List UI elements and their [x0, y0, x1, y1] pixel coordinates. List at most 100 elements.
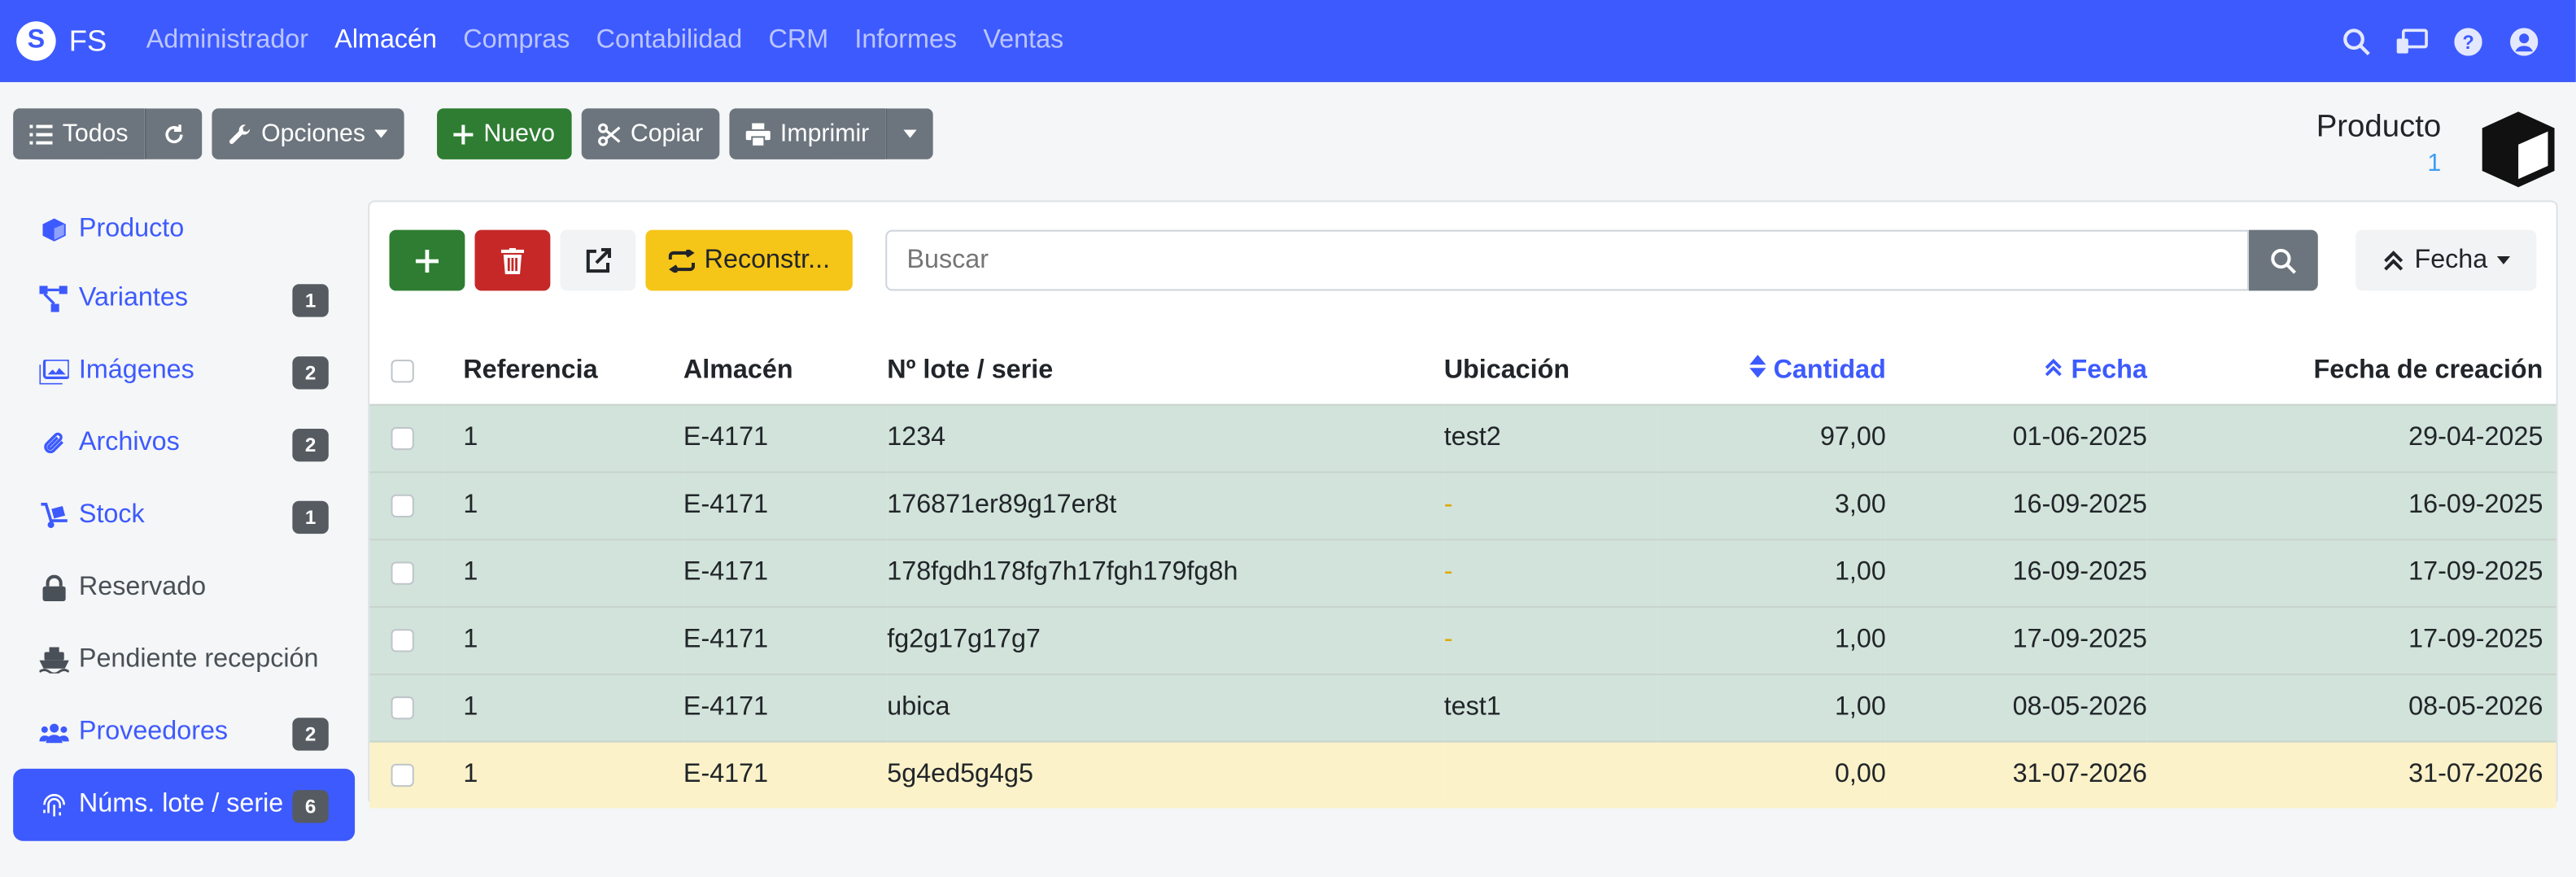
imprimir-dropdown-toggle[interactable]	[885, 108, 934, 159]
table-row[interactable]: 1 E-4171 ubica test1 1,00 08-05-2026 08-05-202…	[369, 672, 2556, 741]
search-button[interactable]	[2249, 229, 2318, 291]
table-header-row: Referencia Almacén Nº lote / serie Ubica…	[369, 338, 2556, 404]
dolly-icon	[39, 501, 68, 530]
col-cantidad[interactable]: Cantidad	[1657, 338, 1886, 404]
sidebar-item-producto[interactable]: Producto	[13, 197, 355, 263]
sidebar-item-label: Producto	[78, 215, 185, 243]
row-checkbox[interactable]	[391, 696, 414, 719]
count-badge: 1	[292, 500, 329, 534]
col-fecha[interactable]: Fecha	[1886, 338, 2147, 404]
search-icon[interactable]	[2339, 24, 2372, 57]
table-row[interactable]: 1 E-4171 fg2g17g17g7 - 1,00 17-09-2025 17-09-2…	[369, 605, 2556, 674]
cell-cantidad-value: 1,00	[1834, 557, 1886, 586]
sidebar-item-variantes[interactable]: Variantes 1	[13, 263, 355, 335]
col-almacen[interactable]: Almacén	[683, 338, 887, 404]
main-menu: Administrador Almacén Compras Contabilidad C…	[146, 0, 1090, 82]
col-fecha-creacion[interactable]: Fecha de creación	[2147, 338, 2556, 404]
col-ubicacion[interactable]: Ubicación	[1444, 338, 1657, 404]
nav-item-crm[interactable]: CRM	[769, 0, 829, 82]
cell-ubicacion: -	[1443, 605, 1658, 674]
sort-icon	[1749, 355, 1766, 378]
cell-almacen-value: E-4171	[683, 625, 769, 653]
desktop-icon[interactable]	[2395, 24, 2428, 57]
opciones-button[interactable]: Opciones	[212, 108, 405, 159]
nuevo-label: Nuevo	[483, 120, 555, 148]
wrench-icon	[229, 124, 251, 143]
table-row[interactable]: 1 E-4171 5g4ed5g4g5 0,00 31-07-2026 31-07-202…	[369, 740, 2556, 809]
double-chevron-up-icon	[2383, 250, 2403, 270]
col-referencia[interactable]: Referencia	[443, 338, 683, 404]
add-button[interactable]	[389, 229, 465, 291]
cell-cantidad-value: 1,00	[1834, 625, 1886, 653]
search-input[interactable]	[885, 229, 2250, 291]
imprimir-button[interactable]: Imprimir	[729, 108, 886, 159]
select-all-checkbox[interactable]	[391, 359, 414, 382]
brand[interactable]: S FS	[16, 21, 107, 61]
copiar-button[interactable]: Copiar	[581, 108, 720, 159]
row-checkbox[interactable]	[391, 425, 414, 450]
table-row[interactable]: 1 E-4171 1234 test2 97,00 01-06-2025 29-04-202…	[369, 403, 2556, 472]
todos-label: Todos	[62, 120, 129, 148]
sidebar-item-pendiente-recepcion[interactable]: Pendiente recepción	[13, 624, 355, 696]
table-row[interactable]: 1 E-4171 178fgdh178fg7h17fgh179fg8h - 1,00 16…	[369, 538, 2556, 607]
nav-item-contabilidad[interactable]: Contabilidad	[596, 0, 743, 82]
row-checkbox[interactable]	[391, 561, 414, 584]
sort-dropdown[interactable]: Fecha	[2356, 229, 2537, 291]
double-chevron-up-icon	[2046, 358, 2063, 376]
cell-ubicacion: test1	[1443, 672, 1658, 741]
nav-item-compras[interactable]: Compras	[463, 0, 570, 82]
nav-item-administrador[interactable]: Administrador	[146, 0, 308, 82]
sidebar-item-stock[interactable]: Stock 1	[13, 480, 355, 552]
rebuild-button[interactable]: Reconstr...	[645, 229, 853, 291]
fingerprint-icon	[39, 790, 68, 819]
delete-button[interactable]	[474, 229, 551, 291]
brand-logo-icon: S	[16, 21, 56, 61]
search-icon	[2271, 247, 2296, 273]
sidebar-item-nums-lote-serie[interactable]: Núms. lote / serie 6	[13, 768, 356, 841]
cell-almacen-value: E-4171	[683, 490, 769, 518]
cell-ubicacion: -	[1443, 470, 1658, 539]
cell-fecha-creacion: 31-07-2026	[2146, 740, 2556, 809]
nav-item-ventas[interactable]: Ventas	[983, 0, 1063, 82]
row-checkbox[interactable]	[391, 763, 414, 787]
count-badge: 2	[292, 718, 329, 751]
sidebar-item-label: Stock	[78, 500, 145, 530]
list-icon	[29, 124, 53, 144]
cell-fecha-value: 31-07-2026	[2012, 760, 2147, 788]
cell-ubicacion	[1443, 740, 1658, 809]
chevron-down-icon	[2497, 255, 2511, 265]
rebuild-label: Reconstr...	[704, 245, 831, 274]
table-row[interactable]: 1 E-4171 176871er89g17er8t - 3,00 16-09-2025 1…	[369, 470, 2556, 539]
todos-button[interactable]: Todos	[13, 108, 145, 159]
col-lote[interactable]: Nº lote / serie	[887, 338, 1443, 404]
nuevo-button[interactable]: Nuevo	[437, 108, 572, 159]
refresh-button[interactable]	[144, 108, 203, 159]
nav-item-almacen[interactable]: Almacén	[334, 0, 437, 82]
sidebar-item-archivos[interactable]: Archivos 2	[13, 408, 355, 480]
help-icon[interactable]: ?	[2451, 24, 2483, 57]
external-link-icon	[586, 247, 612, 273]
nav-item-informes[interactable]: Informes	[854, 0, 957, 82]
cell-fecha: 16-09-2025	[1885, 470, 2147, 539]
chevron-down-icon	[903, 129, 917, 138]
user-icon[interactable]	[2507, 24, 2539, 57]
row-checkbox[interactable]	[391, 628, 414, 652]
print-button-group: Imprimir	[729, 108, 934, 159]
cell-fecha-creacion-value: 16-09-2025	[2408, 490, 2543, 518]
product-count: 1	[2427, 149, 2442, 178]
cell-cantidad-value: 1,00	[1834, 692, 1886, 721]
cell-cantidad-value: 97,00	[1819, 422, 1886, 452]
copiar-label: Copiar	[630, 120, 704, 148]
count-badge: 2	[292, 428, 329, 462]
navbar-right: ?	[2339, 0, 2539, 82]
cell-fecha-value: 16-09-2025	[2012, 557, 2147, 586]
row-checkbox[interactable]	[391, 493, 414, 517]
refresh-icon	[165, 124, 183, 143]
sidebar-item-reservado[interactable]: Reservado	[13, 552, 355, 624]
sidebar-item-imagenes[interactable]: Imágenes 2	[13, 335, 355, 408]
row-select-cell	[369, 470, 444, 539]
cell-ubicacion-value: -	[1443, 490, 1453, 518]
sidebar-item-proveedores[interactable]: Proveedores 2	[13, 696, 355, 769]
open-external-button[interactable]	[560, 229, 636, 291]
cell-referencia-value: 1	[463, 422, 478, 452]
